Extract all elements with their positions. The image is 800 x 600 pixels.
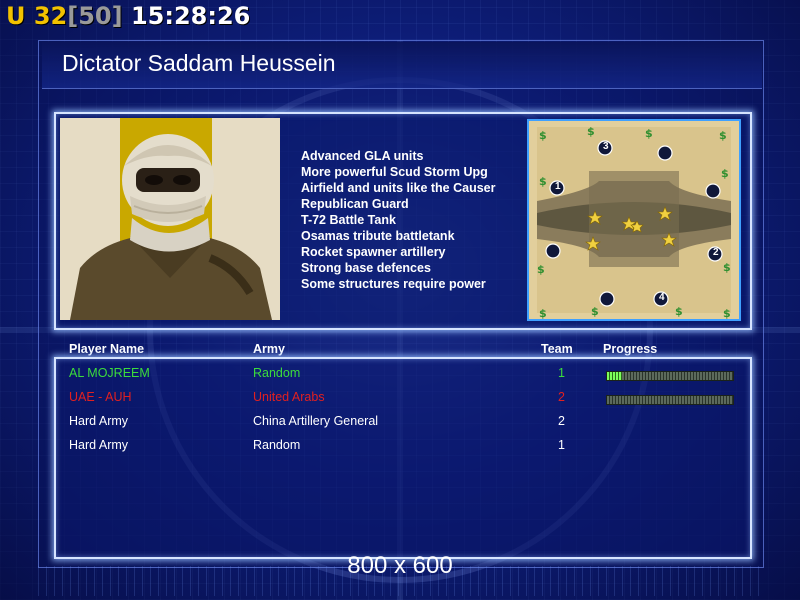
player-army: China Artillery General <box>253 414 379 428</box>
map-terrain: $ $ $ $ $ $ $ $ $ $ $ $ <box>529 121 739 319</box>
player-army: Random <box>253 438 301 452</box>
progress-fill <box>607 372 623 380</box>
svg-text:$: $ <box>723 261 731 274</box>
player-row: AL MOJREEM Random 1 <box>0 366 800 388</box>
header-team: Team <box>541 342 573 356</box>
general-portrait <box>60 118 280 320</box>
player-name: Hard Army <box>69 414 129 428</box>
player-army: Random <box>253 366 301 380</box>
player-team: 2 <box>558 414 565 428</box>
player-team: 2 <box>558 390 565 404</box>
header-player-name: Player Name <box>69 342 145 356</box>
general-title: Dictator Saddam Heussein <box>62 50 336 76</box>
feature-item: Airfield and units like the Causer <box>301 181 496 195</box>
player-team: 1 <box>558 366 565 380</box>
hud-clock: 15:28:26 <box>130 2 251 30</box>
svg-text:$: $ <box>539 129 547 142</box>
svg-text:$: $ <box>591 305 599 318</box>
start-position-3: 3 <box>603 141 609 152</box>
resolution-label: 800 x 600 <box>347 552 453 579</box>
player-name: Hard Army <box>69 438 129 452</box>
feature-item: Advanced GLA units <box>301 149 424 163</box>
hud-bracket-open: [ <box>67 2 79 30</box>
player-army: United Arabs <box>253 390 325 404</box>
svg-text:$: $ <box>587 125 595 138</box>
svg-text:$: $ <box>723 307 731 319</box>
hud-counter: U 32[50] 15:28:26 <box>6 2 250 30</box>
svg-text:$: $ <box>721 167 729 180</box>
svg-text:$: $ <box>719 129 727 142</box>
map-preview: $ $ $ $ $ $ $ $ $ $ $ $ 3 1 2 4 <box>527 119 741 321</box>
svg-text:$: $ <box>539 175 547 188</box>
start-position-4: 4 <box>659 292 665 303</box>
start-position-1: 1 <box>555 181 561 192</box>
player-team: 1 <box>558 438 565 452</box>
feature-item: Strong base defences <box>301 261 431 275</box>
header-progress: Progress <box>603 342 658 356</box>
svg-text:$: $ <box>675 305 683 318</box>
player-row: Hard Army China Artillery General 2 <box>0 414 800 436</box>
feature-item: Some structures require power <box>301 277 486 291</box>
hud-unit-max: 50 <box>78 2 112 30</box>
player-row: Hard Army Random 1 <box>0 438 800 460</box>
header-army: Army <box>253 342 285 356</box>
svg-text:$: $ <box>645 127 653 140</box>
svg-text:$: $ <box>539 307 547 319</box>
progress-bar <box>606 395 734 405</box>
feature-item: Republican Guard <box>301 197 409 211</box>
general-feature-list: Advanced GLA units More powerful Scud St… <box>301 148 496 292</box>
feature-item: More powerful Scud Storm Upg <box>301 165 488 179</box>
feature-item: Rocket spawner artillery <box>301 245 446 259</box>
player-name: AL MOJREEM <box>69 366 150 380</box>
player-name: UAE - AUH <box>69 390 132 404</box>
svg-text:$: $ <box>537 263 545 276</box>
portrait-figure <box>70 134 272 320</box>
hud-unit-count: 32 <box>33 2 68 30</box>
start-position-2: 2 <box>713 247 719 258</box>
player-row: UAE - AUH United Arabs 2 <box>0 390 800 412</box>
feature-item: T-72 Battle Tank <box>301 213 396 227</box>
progress-bar <box>606 371 734 381</box>
feature-item: Osamas tribute battletank <box>301 229 455 243</box>
hud-bracket-close: ] <box>111 2 123 30</box>
hud-unit-label: U <box>6 2 26 30</box>
